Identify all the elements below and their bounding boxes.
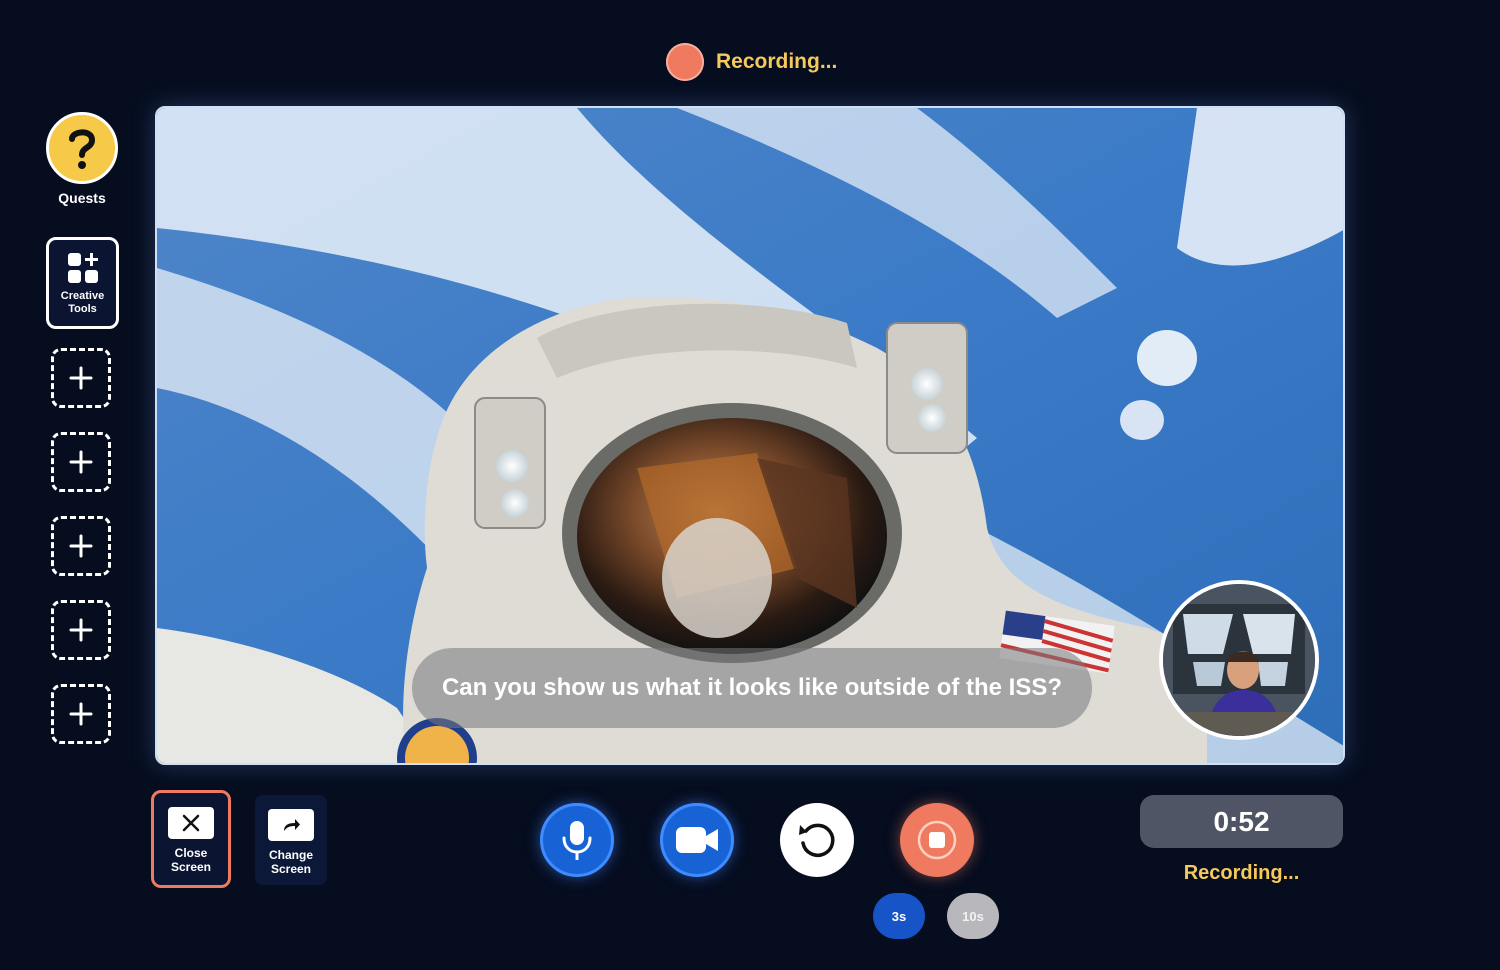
add-slot-button[interactable] — [51, 516, 111, 576]
question-mark-icon — [46, 112, 118, 184]
add-slot-button[interactable] — [51, 684, 111, 744]
camera-button[interactable] — [660, 803, 734, 877]
plus-icon — [69, 702, 93, 726]
recording-status: Recording... — [1183, 862, 1300, 884]
quests-button[interactable]: Quests — [46, 112, 118, 206]
add-slot-button[interactable] — [51, 348, 111, 408]
caption-bubble: Can you show us what it looks like outsi… — [412, 648, 1092, 728]
creative-tools-button[interactable]: Creative Tools — [46, 237, 119, 329]
share-arrow-icon — [268, 809, 314, 841]
restart-icon — [799, 823, 835, 858]
shared-screen-view: Can you show us what it looks like outsi… — [155, 106, 1345, 765]
stop-recording-button[interactable] — [900, 803, 974, 877]
close-icon — [168, 807, 214, 839]
recording-indicator: Recording... — [666, 43, 837, 81]
grid-plus-icon — [67, 253, 98, 283]
add-slot-button[interactable] — [51, 600, 111, 660]
microphone-button[interactable] — [540, 803, 614, 877]
quests-label: Quests — [58, 190, 106, 206]
creative-tools-label: Creative Tools — [60, 290, 105, 315]
elapsed-timer: 0:52 — [1140, 795, 1343, 848]
video-camera-icon — [676, 827, 718, 853]
restart-button[interactable] — [780, 803, 854, 877]
microphone-icon — [562, 821, 592, 860]
stop-icon — [917, 820, 957, 860]
plus-icon — [69, 534, 93, 558]
recording-dot-icon — [666, 43, 704, 81]
change-screen-label: Change Screen — [268, 848, 313, 876]
close-screen-label: Close Screen — [170, 846, 212, 874]
change-screen-button[interactable]: Change Screen — [255, 795, 327, 885]
timer-10s-button[interactable]: 10s — [947, 893, 999, 939]
plus-icon — [69, 366, 93, 390]
recording-label: Recording... — [716, 50, 838, 73]
participant-video-thumbnail[interactable] — [1159, 580, 1319, 740]
participant-avatar-image — [1163, 584, 1315, 736]
timer-3s-button[interactable]: 3s — [873, 893, 925, 939]
close-screen-button[interactable]: Close Screen — [151, 790, 231, 888]
plus-icon — [69, 618, 93, 642]
add-slot-button[interactable] — [51, 432, 111, 492]
plus-icon — [69, 450, 93, 474]
